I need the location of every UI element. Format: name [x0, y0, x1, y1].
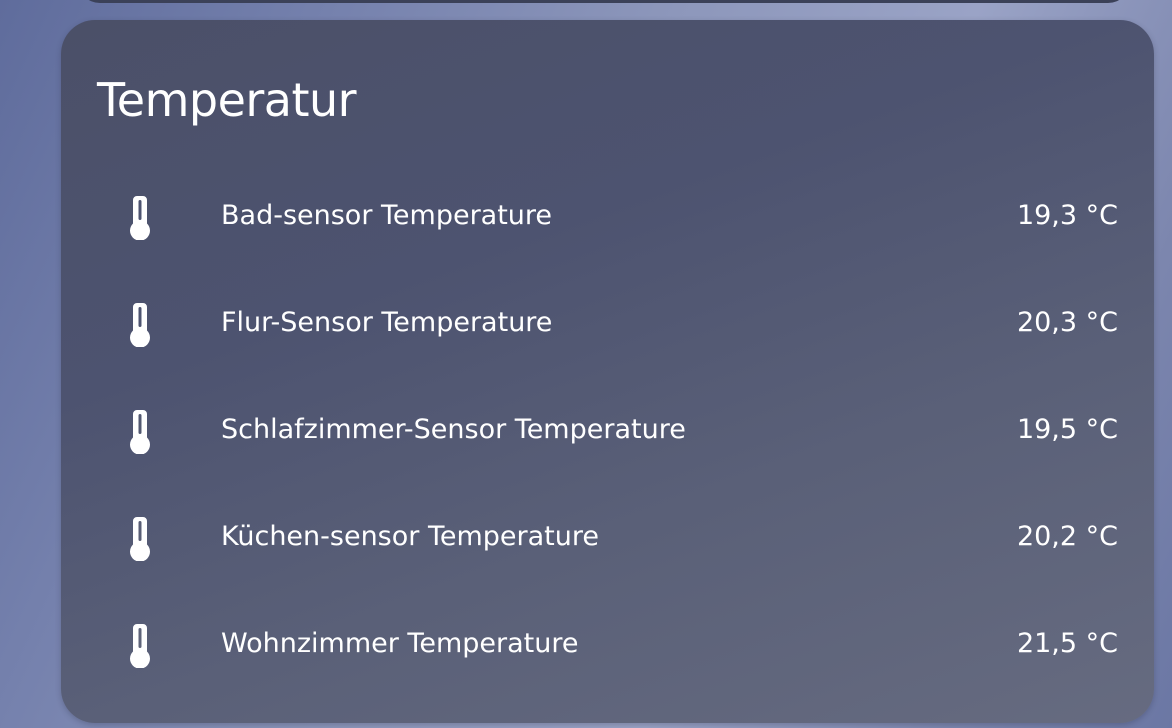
thermometer-icon	[127, 194, 153, 240]
entity-list: Bad-sensor Temperature 19,3 °C Flur-Sens…	[61, 162, 1154, 697]
thermometer-icon	[127, 622, 153, 668]
entity-name: Schlafzimmer-Sensor Temperature	[221, 414, 686, 445]
entity-state: 19,5 °C	[1016, 414, 1118, 445]
entity-name: Wohnzimmer Temperature	[221, 628, 579, 659]
thermometer-icon	[127, 301, 153, 347]
thermometer-icon	[127, 515, 153, 561]
entity-state: 21,5 °C	[1016, 628, 1118, 659]
entity-name: Bad-sensor Temperature	[221, 200, 553, 231]
previous-card-edge	[78, 0, 1130, 3]
entity-state: 19,3 °C	[1016, 200, 1118, 231]
entity-row-schlafzimmer[interactable]: Schlafzimmer-Sensor Temperature 19,5 °C	[61, 376, 1154, 483]
entity-state: 20,3 °C	[1016, 307, 1118, 338]
card-title: Temperatur	[97, 73, 357, 127]
entity-row-wohnzimmer[interactable]: Wohnzimmer Temperature 21,5 °C	[61, 590, 1154, 697]
entity-row-flur[interactable]: Flur-Sensor Temperature 20,3 °C	[61, 269, 1154, 376]
entity-row-bad[interactable]: Bad-sensor Temperature 19,3 °C	[61, 162, 1154, 269]
entity-name: Küchen-sensor Temperature	[221, 521, 599, 552]
entity-name: Flur-Sensor Temperature	[221, 307, 553, 338]
thermometer-icon	[127, 408, 153, 454]
temperature-card: Temperatur Bad-sensor Temperature 19,3 °…	[61, 20, 1154, 723]
entity-row-kuechen[interactable]: Küchen-sensor Temperature 20,2 °C	[61, 483, 1154, 590]
entity-state: 20,2 °C	[1016, 521, 1118, 552]
